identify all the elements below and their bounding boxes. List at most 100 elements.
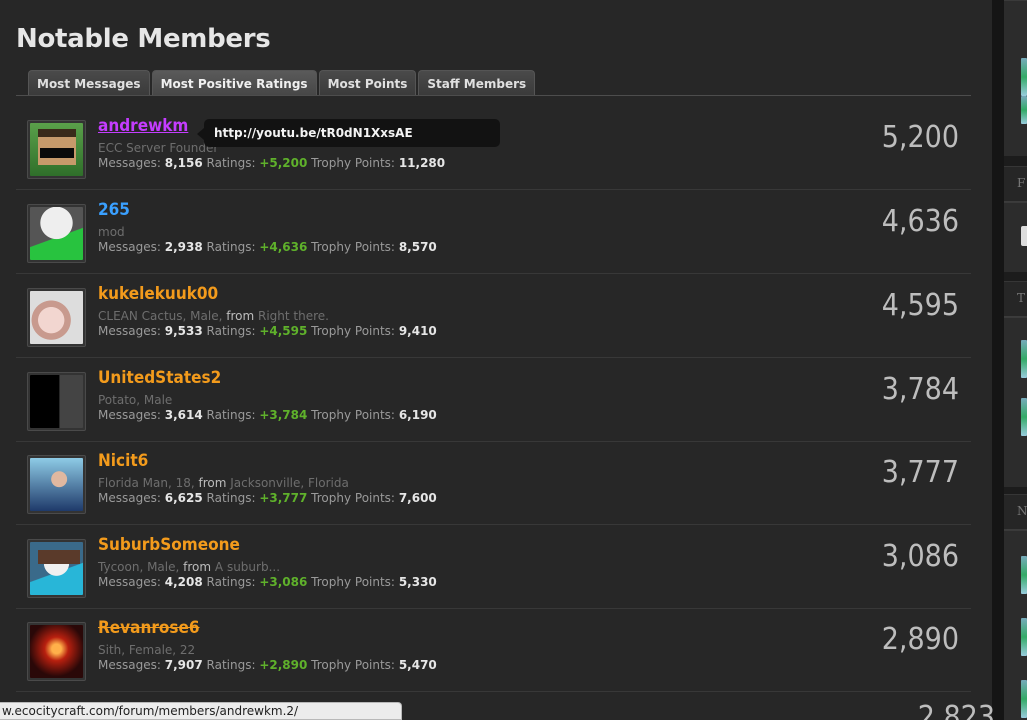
avatar[interactable] [27,288,86,347]
sidebar-checkbox[interactable] [1021,226,1027,246]
messages-value: 7,907 [164,658,203,672]
member-title-text: CLEAN Cactus, Male, [98,309,223,323]
member-stats: Messages: 2,938 Ratings: +4,636 Trophy P… [98,240,437,254]
messages-value: 6,625 [164,491,203,505]
trophy-points-value: 7,600 [398,491,437,505]
member-score: 3,784 [881,372,959,407]
ratings-value: +3,086 [259,575,308,589]
trophy-points-label: Trophy Points: [311,658,395,672]
andrewkm-avatar [30,123,83,176]
member-name-link[interactable]: 265 [98,200,130,220]
member-name-link[interactable]: Revanrose6 [98,618,200,638]
messages-value: 2,938 [164,240,203,254]
messages-value: 8,156 [164,156,203,170]
member-title: Florida Man, 18, from Jacksonville, Flor… [98,476,349,490]
column-divider [992,0,1004,720]
member-score: 3,777 [881,455,959,490]
265-avatar [30,207,83,260]
member-title: Tycoon, Male, from A suburb... [98,560,280,574]
avatar[interactable] [27,204,86,263]
member-name-link[interactable]: SuburbSomeone [98,535,240,555]
messages-label: Messages: [98,658,161,672]
member-title: ECC Server Founder [98,141,218,155]
ratings-label: Ratings: [206,408,256,422]
tab-bar: Most Messages Most Positive Ratings Most… [28,70,536,96]
member-name-link[interactable]: kukelekuuk00 [98,284,218,304]
member-stats: Messages: 8,156 Ratings: +5,200 Trophy P… [98,156,445,170]
member-title-text: mod [98,225,125,239]
ratings-value: +3,777 [259,491,308,505]
member-title: Sith, Female, 22 [98,643,195,657]
from-label: from [183,560,212,574]
ratings-label: Ratings: [206,324,256,338]
avatar[interactable] [27,120,86,179]
browser-status-bar: w.ecocitycraft.com/forum/members/andrewk… [0,702,402,720]
sidebar-thumbnail[interactable] [1021,680,1027,718]
member-title-text: Florida Man, 18, [98,476,195,490]
sidebar-thumbnail[interactable] [1021,398,1027,436]
member-score: 4,595 [881,288,959,323]
ratings-label: Ratings: [206,156,256,170]
member-score: 5,200 [881,120,959,155]
sidebar-thumbnail[interactable] [1021,556,1027,594]
messages-label: Messages: [98,575,161,589]
ratings-label: Ratings: [206,658,256,672]
member-stats: Messages: 9,533 Ratings: +4,595 Trophy P… [98,324,437,338]
member-name-link[interactable]: UnitedStates2 [98,368,221,388]
trophy-points-value: 5,470 [398,658,437,672]
member-stats: Messages: 7,907 Ratings: +2,890 Trophy P… [98,658,437,672]
sidebar-header-letter: N [1017,504,1027,518]
messages-value: 9,533 [164,324,203,338]
avatar[interactable] [27,622,86,681]
trophy-points-label: Trophy Points: [311,408,395,422]
page: F T N Notable Members Most Messages Most… [0,0,1027,720]
unitedstates2-avatar [30,375,83,428]
tab-most-positive-ratings[interactable]: Most Positive Ratings [151,70,317,96]
ratings-value: +4,636 [259,240,308,254]
sidebar-header-letter: F [1017,176,1026,190]
member-title-text: Sith, Female, 22 [98,643,196,657]
ratings-label: Ratings: [206,491,256,505]
trophy-points-label: Trophy Points: [311,491,395,505]
trophy-points-label: Trophy Points: [311,324,395,338]
trophy-points-label: Trophy Points: [311,156,395,170]
member-location: A suburb... [214,560,281,574]
member-score: 2,890 [881,622,959,657]
tab-most-messages[interactable]: Most Messages [28,70,150,96]
messages-value: 3,614 [164,408,203,422]
member-title: mod [98,225,125,239]
page-title: Notable Members [16,24,271,54]
nicit6-avatar [30,458,83,511]
avatar[interactable] [27,372,86,431]
tab-most-points[interactable]: Most Points [318,70,417,96]
ratings-value: +4,595 [259,324,308,338]
sidebar-thumbnail[interactable] [1021,618,1027,656]
from-label: from [198,476,227,490]
messages-label: Messages: [98,491,161,505]
trophy-points-value: 5,330 [398,575,437,589]
member-stats: Messages: 3,614 Ratings: +3,784 Trophy P… [98,408,437,422]
tab-staff-members[interactable]: Staff Members [418,70,536,96]
trophy-points-value: 6,190 [398,408,437,422]
ratings-value: +5,200 [259,156,308,170]
ratings-value: +3,784 [259,408,308,422]
revanrose6-avatar [30,625,83,678]
member-row: Nicit6 Florida Man, 18, from Jacksonvill… [16,441,971,525]
member-row: Revanrose6 Sith, Female, 22 Messages: 7,… [16,608,971,692]
from-label: from [226,309,255,323]
member-name-link[interactable]: andrewkm [98,116,188,136]
ratings-label: Ratings: [206,240,256,254]
member-location: Right there. [258,309,329,323]
member-title: CLEAN Cactus, Male, from Right there. [98,309,329,323]
sidebar-thumbnail[interactable] [1021,58,1027,96]
trophy-points-value: 9,410 [398,324,437,338]
avatar[interactable] [27,539,86,598]
sidebar-thumbnail[interactable] [1021,96,1027,124]
trophy-points-label: Trophy Points: [311,240,395,254]
sidebar-thumbnail[interactable] [1021,340,1027,378]
trophy-points-value: 8,570 [398,240,437,254]
member-score: 4,636 [881,204,959,239]
avatar[interactable] [27,455,86,514]
member-score-partial: 2,823 [917,700,995,720]
member-name-link[interactable]: Nicit6 [98,451,148,471]
